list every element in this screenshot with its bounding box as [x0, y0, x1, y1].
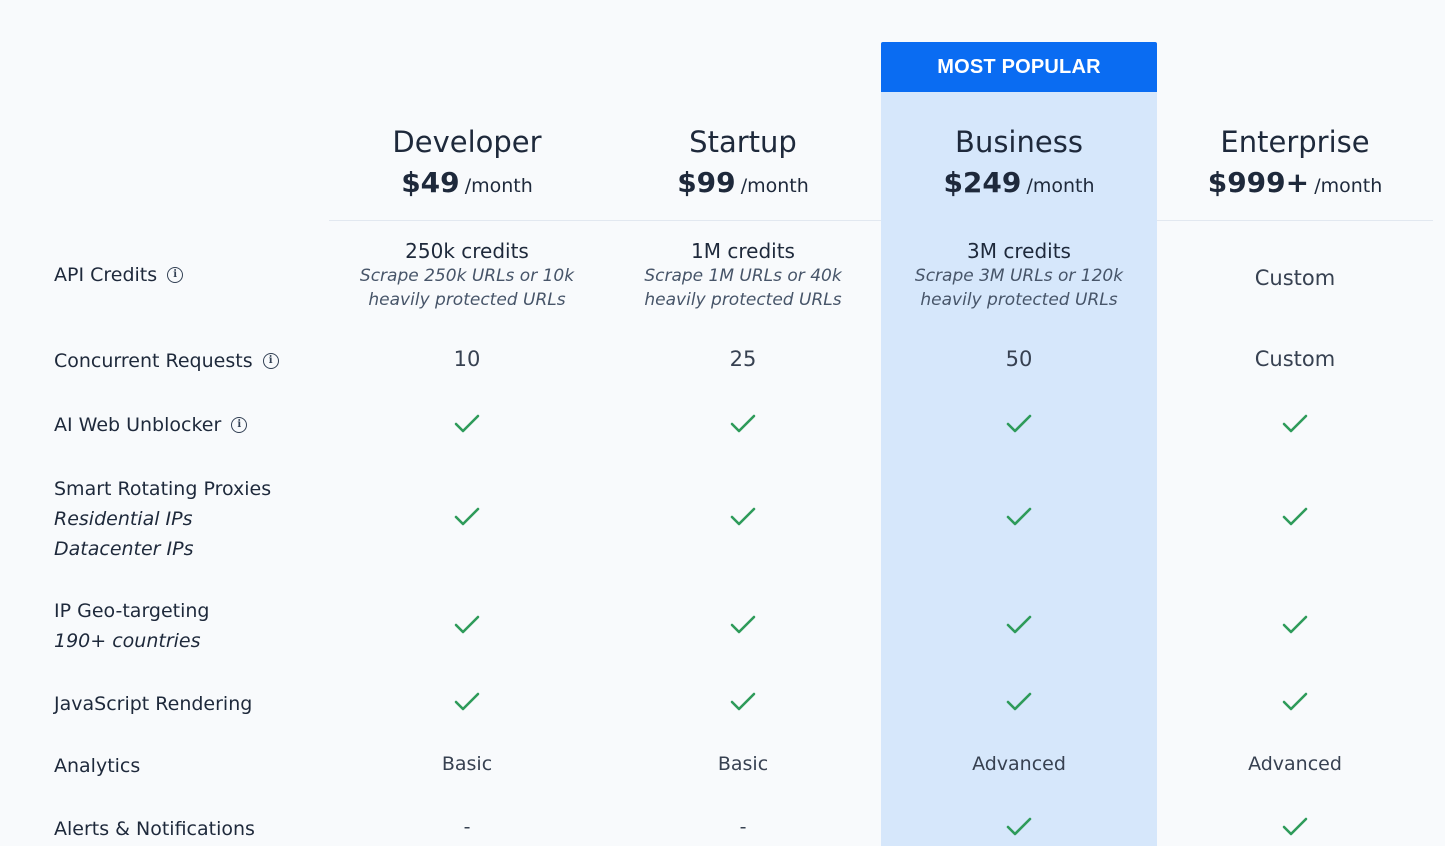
cell-concurrent-business: 50 [1005, 347, 1033, 371]
row-label-alerts-notifications: Alerts & Notifications [54, 818, 255, 840]
cell-concurrent-enterprise: Custom [1254, 347, 1336, 371]
cell-analytics-startup: Basic [717, 753, 769, 775]
check-icon [881, 506, 1157, 528]
plan-name: Startup [689, 125, 797, 159]
cell-api-credits-business: 3M credits Scrape 3M URLs or 120k heavil… [914, 239, 1124, 310]
plan-price: $99 /month [677, 166, 809, 199]
check-icon [881, 816, 1157, 838]
cell-api-credits-startup: 1M credits Scrape 1M URLs or 40k heavily… [644, 239, 842, 310]
row-label-ai-web-unblocker: AI Web Unblocker i [54, 410, 248, 440]
cell-analytics-developer: Basic [441, 753, 493, 775]
plan-price: $249 /month [943, 166, 1095, 199]
plan-price: $999+ /month [1207, 166, 1383, 199]
plan-header-startup: Startup $99 /month [605, 118, 881, 204]
most-popular-badge: MOST POPULAR [881, 42, 1157, 92]
check-icon [1157, 506, 1433, 528]
cell-analytics-enterprise: Advanced [1248, 753, 1342, 775]
plan-header-enterprise: Enterprise $999+ /month [1157, 118, 1433, 204]
row-label-ip-geo-targeting: IP Geo-targeting 190+ countries [54, 600, 210, 652]
plan-name: Enterprise [1220, 125, 1370, 159]
check-icon [881, 614, 1157, 636]
check-icon [605, 691, 881, 713]
check-icon [329, 691, 605, 713]
plan-header-business: Business $249 /month [881, 118, 1157, 204]
check-icon [329, 413, 605, 435]
info-icon[interactable]: i [167, 267, 184, 283]
row-label-analytics: Analytics [54, 755, 141, 777]
info-icon[interactable]: i [262, 353, 279, 369]
info-icon[interactable]: i [231, 417, 248, 433]
header-divider [329, 220, 881, 221]
header-divider [1157, 220, 1433, 221]
row-label-api-credits: API Credits i [54, 260, 184, 290]
cell-api-credits-enterprise: Custom [1254, 266, 1336, 290]
check-icon [605, 614, 881, 636]
plan-name: Business [955, 125, 1083, 159]
cell-concurrent-startup: 25 [729, 347, 757, 371]
plan-price: $49 /month [401, 166, 533, 199]
plan-header-developer: Developer $49 /month [329, 118, 605, 204]
cell-alerts-startup: - [739, 816, 747, 838]
cell-api-credits-developer: 250k credits Scrape 250k URLs or 10k hea… [359, 239, 575, 310]
check-icon [1157, 816, 1433, 838]
check-icon [881, 691, 1157, 713]
cell-analytics-business: Advanced [972, 753, 1066, 775]
row-label-smart-rotating-proxies: Smart Rotating Proxies Residential IPs D… [54, 478, 272, 560]
check-icon [329, 506, 605, 528]
row-label-concurrent-requests: Concurrent Requests i [54, 346, 279, 376]
check-icon [605, 506, 881, 528]
plan-name: Developer [392, 125, 542, 159]
popular-plan-highlight [881, 92, 1157, 846]
check-icon [881, 413, 1157, 435]
check-icon [329, 614, 605, 636]
cell-concurrent-developer: 10 [453, 347, 481, 371]
check-icon [1157, 691, 1433, 713]
check-icon [605, 413, 881, 435]
row-label-javascript-rendering: JavaScript Rendering [54, 693, 253, 715]
cell-alerts-developer: - [463, 816, 471, 838]
check-icon [1157, 614, 1433, 636]
check-icon [1157, 413, 1433, 435]
